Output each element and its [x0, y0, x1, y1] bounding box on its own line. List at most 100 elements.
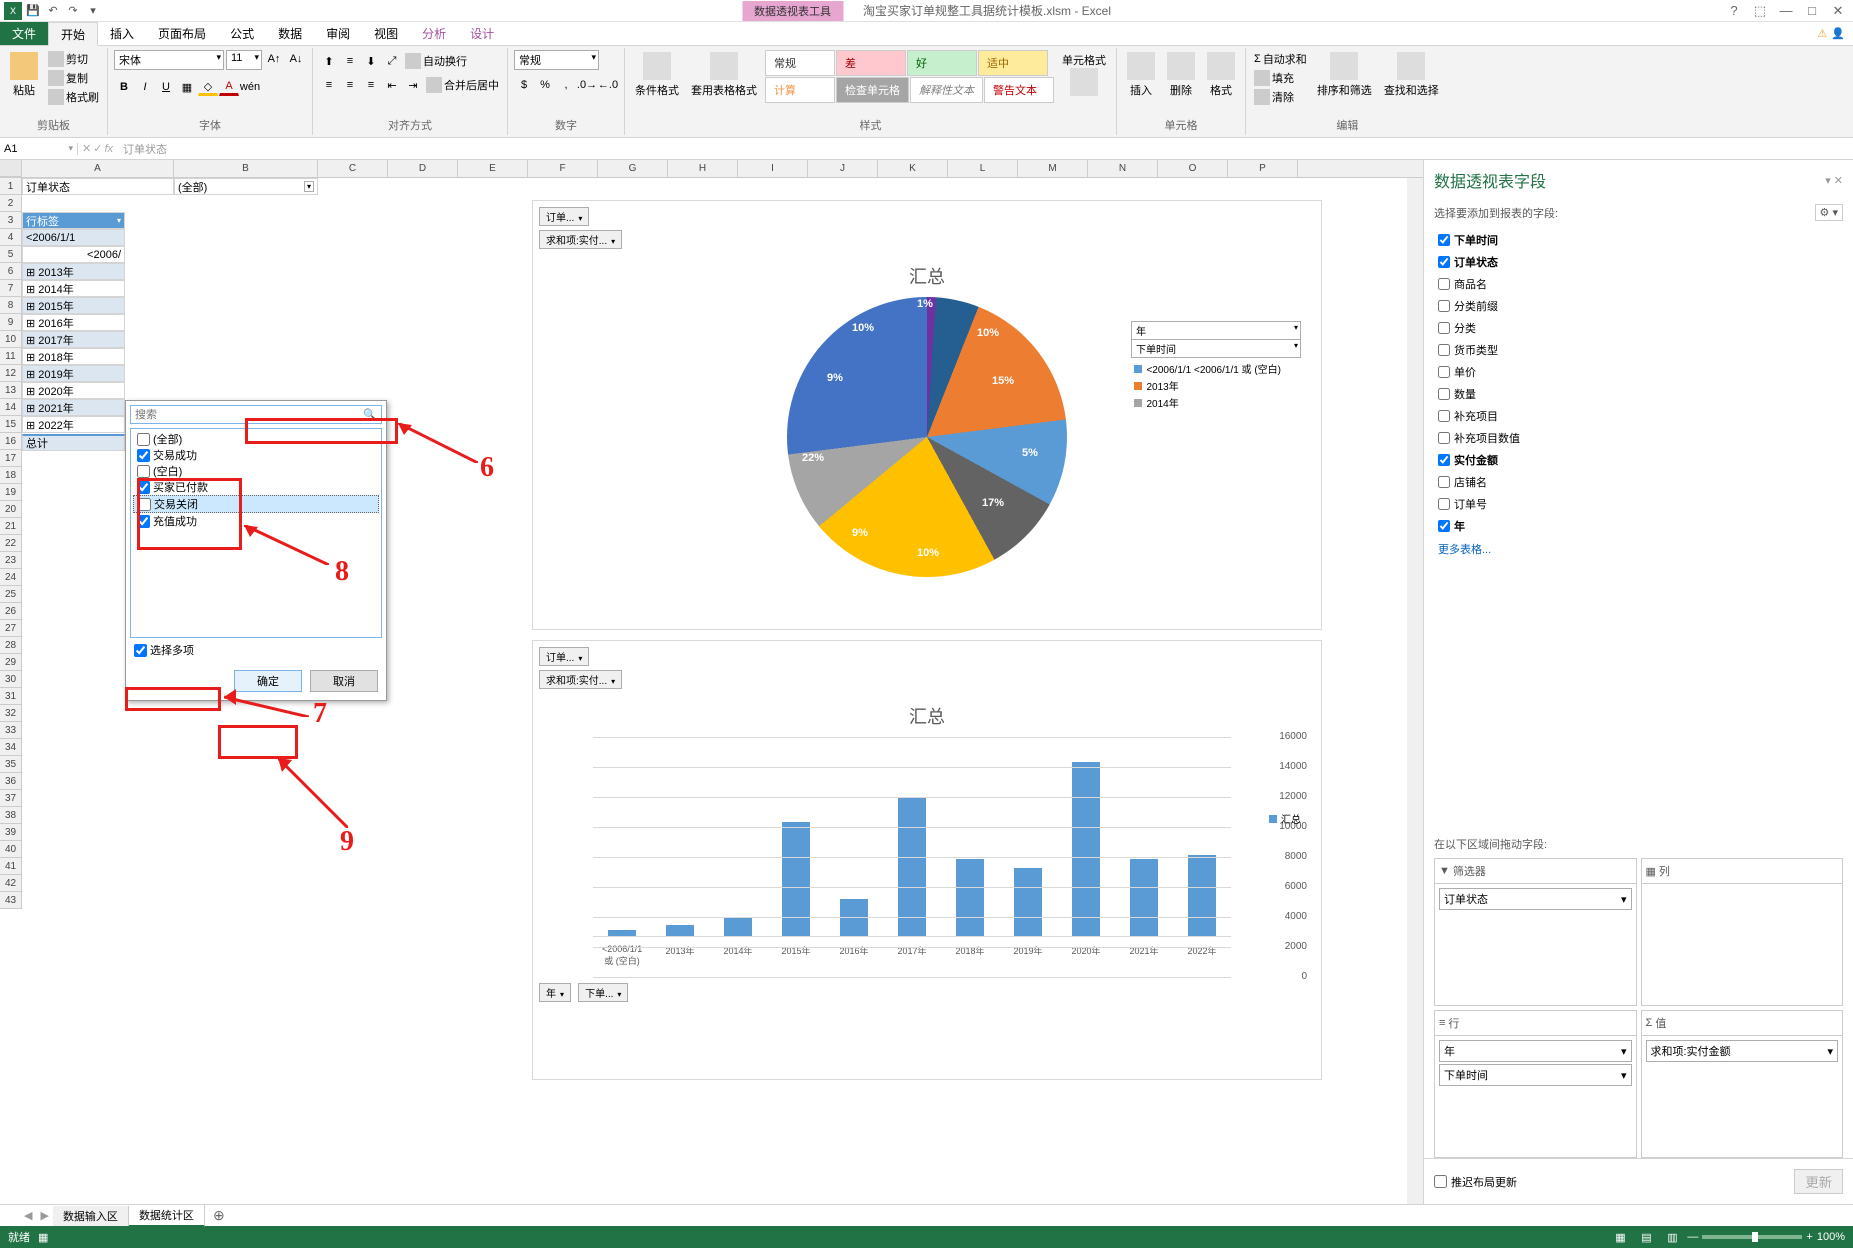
- field-item[interactable]: 商品名: [1434, 273, 1843, 295]
- formula-input[interactable]: 订单状态: [117, 141, 1853, 157]
- filter-search-input[interactable]: [135, 409, 363, 421]
- pivot-row-item[interactable]: ⊞ 2018年: [22, 348, 125, 365]
- align-center-icon[interactable]: ≡: [340, 76, 360, 94]
- delete-cells-button[interactable]: 删除: [1163, 50, 1199, 100]
- tab-layout[interactable]: 页面布局: [146, 22, 218, 45]
- cell-format-dropdown[interactable]: 单元格式: [1058, 50, 1110, 100]
- format-cells-button[interactable]: 格式: [1203, 50, 1239, 100]
- filter-item[interactable]: 交易成功: [133, 447, 379, 463]
- row-header[interactable]: 31: [0, 688, 22, 705]
- row-header[interactable]: 23: [0, 552, 22, 569]
- font-color-icon[interactable]: A: [219, 78, 239, 96]
- cut-button[interactable]: 剪切: [46, 50, 101, 68]
- row-area[interactable]: ≡行 年▾ 下单时间▾: [1434, 1010, 1637, 1158]
- maximize-icon[interactable]: □: [1801, 2, 1823, 20]
- value-area-item[interactable]: 求和项:实付金额▾: [1646, 1040, 1839, 1062]
- col-header[interactable]: F: [528, 160, 598, 177]
- align-left-icon[interactable]: ≡: [319, 76, 339, 94]
- row-header[interactable]: 34: [0, 739, 22, 756]
- row-header[interactable]: 8: [0, 297, 22, 314]
- bar-btn-year[interactable]: 年: [539, 983, 571, 1002]
- row-header[interactable]: 14: [0, 399, 22, 416]
- tab-design[interactable]: 设计: [458, 22, 506, 45]
- find-select-button[interactable]: 查找和选择: [1380, 50, 1443, 100]
- zoom-slider[interactable]: [1702, 1235, 1802, 1239]
- row-header[interactable]: 4: [0, 229, 22, 246]
- filter-item-all[interactable]: (全部): [133, 431, 379, 447]
- bar-filter-order[interactable]: 订单...: [539, 647, 589, 666]
- percent-icon[interactable]: %: [535, 76, 555, 94]
- field-item[interactable]: 分类: [1434, 317, 1843, 339]
- pivot-row-item[interactable]: <2006/: [22, 246, 125, 263]
- style-explain[interactable]: 解释性文本: [910, 77, 983, 103]
- col-header[interactable]: H: [668, 160, 738, 177]
- vertical-scrollbar[interactable]: [1407, 178, 1423, 1204]
- fill-button[interactable]: 填充: [1252, 69, 1309, 87]
- row-header[interactable]: 42: [0, 875, 22, 892]
- filter-item[interactable]: 买家已付款: [133, 479, 379, 495]
- col-header[interactable]: G: [598, 160, 668, 177]
- row-header[interactable]: 32: [0, 705, 22, 722]
- paste-button[interactable]: 粘贴: [6, 50, 42, 100]
- zoom-level[interactable]: 100%: [1817, 1231, 1845, 1243]
- tab-data[interactable]: 数据: [266, 22, 314, 45]
- pie-year-filter[interactable]: 年: [1131, 321, 1301, 340]
- row-header[interactable]: 28: [0, 637, 22, 654]
- pivot-row-item[interactable]: ⊞ 2021年: [22, 399, 125, 416]
- row-header[interactable]: 13: [0, 382, 22, 399]
- select-multiple-checkbox[interactable]: 选择多项: [134, 642, 378, 658]
- field-item[interactable]: 货币类型: [1434, 339, 1843, 361]
- col-header[interactable]: O: [1158, 160, 1228, 177]
- row-header[interactable]: 21: [0, 518, 22, 535]
- column-area[interactable]: ▦列: [1641, 858, 1844, 1006]
- pie-chart[interactable]: 订单... 求和项:实付... 汇总 1%10%15%5%17%10%9%22%…: [532, 200, 1322, 630]
- row-header[interactable]: 5: [0, 246, 22, 263]
- row-area-item[interactable]: 年▾: [1439, 1040, 1632, 1062]
- style-neutral[interactable]: 适中: [978, 50, 1048, 76]
- col-header[interactable]: K: [878, 160, 948, 177]
- pie-time-filter[interactable]: 下单时间: [1131, 339, 1301, 358]
- italic-icon[interactable]: I: [135, 78, 155, 96]
- pivot-row-item[interactable]: ⊞ 2017年: [22, 331, 125, 348]
- col-header[interactable]: E: [458, 160, 528, 177]
- pivot-row-item[interactable]: ⊞ 2015年: [22, 297, 125, 314]
- style-warn[interactable]: 警告文本: [984, 77, 1054, 103]
- pivot-row-item[interactable]: ⊞ 2014年: [22, 280, 125, 297]
- row-header[interactable]: 11: [0, 348, 22, 365]
- pivot-row-item[interactable]: ⊞ 2019年: [22, 365, 125, 382]
- col-header[interactable]: P: [1228, 160, 1298, 177]
- underline-icon[interactable]: U: [156, 78, 176, 96]
- col-header[interactable]: A: [22, 160, 174, 177]
- tab-insert[interactable]: 插入: [98, 22, 146, 45]
- row-area-item[interactable]: 下单时间▾: [1439, 1064, 1632, 1086]
- row-header[interactable]: 22: [0, 535, 22, 552]
- minimize-icon[interactable]: —: [1775, 2, 1797, 20]
- border-icon[interactable]: ▦: [177, 78, 197, 96]
- tab-review[interactable]: 审阅: [314, 22, 362, 45]
- row-header[interactable]: 17: [0, 450, 22, 467]
- cond-format-button[interactable]: 条件格式: [631, 50, 683, 100]
- table-format-button[interactable]: 套用表格格式: [687, 50, 761, 100]
- shrink-font-icon[interactable]: A↓: [286, 50, 306, 68]
- row-header[interactable]: 30: [0, 671, 22, 688]
- filter-search[interactable]: 🔍: [130, 405, 382, 424]
- field-pane-close-icon[interactable]: ▾ ✕: [1825, 174, 1843, 187]
- row-header[interactable]: 9: [0, 314, 22, 331]
- col-header[interactable]: B: [174, 160, 318, 177]
- bar-btn-time[interactable]: 下单...: [578, 983, 628, 1002]
- name-box[interactable]: A1: [0, 143, 78, 155]
- style-calc[interactable]: 计算: [765, 77, 835, 103]
- save-icon[interactable]: 💾: [24, 2, 42, 20]
- merge-center-button[interactable]: 合并后居中: [424, 76, 501, 94]
- row-header[interactable]: 40: [0, 841, 22, 858]
- sheet-nav-prev-icon[interactable]: ◀: [20, 1209, 36, 1222]
- add-sheet-icon[interactable]: ⊕: [205, 1207, 233, 1224]
- row-header[interactable]: 20: [0, 501, 22, 518]
- indent-inc-icon[interactable]: ⇥: [403, 76, 423, 94]
- normal-view-icon[interactable]: ▦: [1609, 1226, 1631, 1248]
- col-header[interactable]: M: [1018, 160, 1088, 177]
- row-header[interactable]: 2: [0, 195, 22, 212]
- col-header[interactable]: J: [808, 160, 878, 177]
- select-all-corner[interactable]: [0, 160, 22, 177]
- pivot-row-item[interactable]: ⊞ 2020年: [22, 382, 125, 399]
